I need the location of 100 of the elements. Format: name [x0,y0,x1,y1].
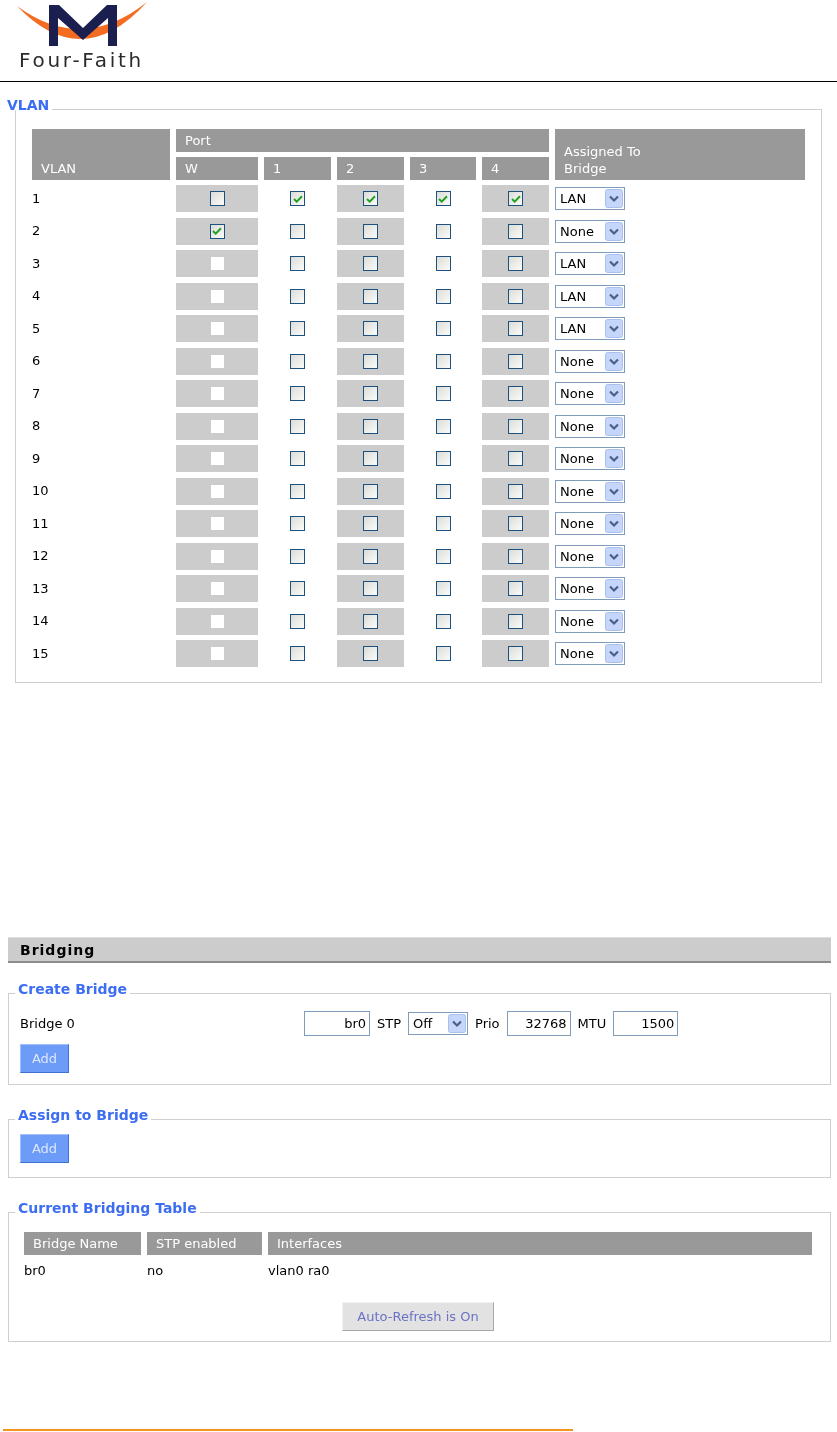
chevron-down-icon [605,579,623,598]
bridge-select[interactable]: None [555,382,625,405]
checkbox[interactable] [508,256,523,271]
checkmark-icon [365,194,376,203]
checkbox[interactable] [508,386,523,401]
stp-select[interactable]: Off [408,1012,469,1035]
checkbox[interactable] [508,613,523,629]
checkbox[interactable] [363,418,378,434]
bridge-select[interactable]: None [555,414,625,438]
checkbox[interactable] [508,548,523,564]
bridge-select[interactable]: None [555,642,625,665]
checkbox[interactable] [290,418,305,434]
checkbox[interactable] [290,223,305,239]
vlan-number: 12 [32,548,49,564]
checkbox[interactable] [290,191,305,206]
chevron-down-icon [605,254,623,273]
checkbox[interactable] [363,548,378,564]
checkbox[interactable] [363,386,378,401]
checkbox[interactable] [508,581,523,596]
bridge-select[interactable]: None [555,609,625,633]
checkbox[interactable] [290,548,305,564]
checkbox[interactable] [435,581,451,596]
prio-field[interactable]: 32768 [506,1011,571,1036]
checkbox[interactable] [508,223,523,239]
checkbox[interactable] [363,321,378,336]
checkbox[interactable] [290,451,305,466]
checkbox[interactable] [363,483,378,499]
checkbox[interactable] [435,321,451,336]
bridge-select[interactable]: None [555,577,625,600]
vlan-number: 1 [32,190,41,207]
bridge-select[interactable]: None [555,479,625,503]
checkbox[interactable] [508,516,523,531]
checkbox[interactable] [363,516,378,531]
checkbox[interactable] [508,483,523,499]
checkbox[interactable] [209,223,225,239]
bridge-select[interactable]: None [555,512,625,535]
bridge-select[interactable]: None [555,219,625,243]
checkbox[interactable] [209,191,225,206]
checkbox[interactable] [363,613,378,629]
bridge-name-field[interactable]: br0 [304,1011,370,1036]
checkbox[interactable] [508,646,523,661]
checkbox[interactable] [435,353,451,369]
checkbox[interactable] [508,451,523,466]
bridge-select[interactable]: LAN [555,317,625,340]
checkbox[interactable] [363,256,378,271]
checkbox[interactable] [290,483,305,499]
logo-text: Four-Faith [19,49,144,71]
vlan-number: 2 [32,223,41,239]
checkbox[interactable] [508,191,523,206]
bridge-select[interactable]: None [555,447,625,470]
chevron-down-icon [605,611,623,631]
checkbox[interactable] [363,191,378,206]
checkbox[interactable] [435,191,451,206]
checkbox[interactable] [435,483,451,499]
checkbox[interactable] [363,223,378,239]
checkbox[interactable] [435,451,451,466]
checkbox[interactable] [290,353,305,369]
bridge-select[interactable]: LAN [555,252,625,275]
checkbox[interactable] [435,613,451,629]
chevron-down-icon [605,416,623,436]
checkbox[interactable] [290,386,305,401]
checkbox[interactable] [363,288,378,304]
checkbox[interactable] [508,418,523,434]
checkbox[interactable] [290,581,305,596]
chevron-down-icon [605,189,623,208]
checkbox[interactable] [290,646,305,661]
bridge-name-text: br0 [24,1263,46,1279]
checkbox[interactable] [290,613,305,629]
checkbox[interactable] [435,256,451,271]
checkbox[interactable] [363,451,378,466]
checkbox[interactable] [435,516,451,531]
checkbox[interactable] [435,223,451,239]
vlan-number: 7 [32,385,41,402]
stp-status-text: no [147,1263,164,1279]
bridge-select[interactable]: LAN [555,284,625,308]
bridge-select[interactable]: None [555,349,625,373]
mtu-field[interactable]: 1500 [613,1011,679,1036]
checkbox[interactable] [363,353,378,369]
chevron-down-icon [605,384,623,403]
checkbox[interactable] [290,256,305,271]
bridge-select[interactable]: LAN [555,187,625,210]
checkbox[interactable] [363,581,378,596]
vlan-number: 9 [32,450,41,467]
checkbox[interactable] [508,353,523,369]
checkbox[interactable] [435,548,451,564]
checkbox[interactable] [290,321,305,336]
checkbox[interactable] [435,646,451,661]
fieldset-legend: VLAN [7,97,53,113]
column-header: STP enabled [147,1232,262,1255]
checkbox[interactable] [435,288,451,304]
checkbox[interactable] [508,288,523,304]
mtu-label: MTU [577,1016,607,1031]
checkbox[interactable] [290,516,305,531]
checkbox[interactable] [435,386,451,401]
checkbox[interactable] [363,646,378,661]
checkbox[interactable] [508,321,523,336]
checkbox[interactable] [290,288,305,304]
vlan-number: 5 [32,320,41,337]
bridge-select[interactable]: None [555,544,625,568]
checkbox[interactable] [435,418,451,434]
